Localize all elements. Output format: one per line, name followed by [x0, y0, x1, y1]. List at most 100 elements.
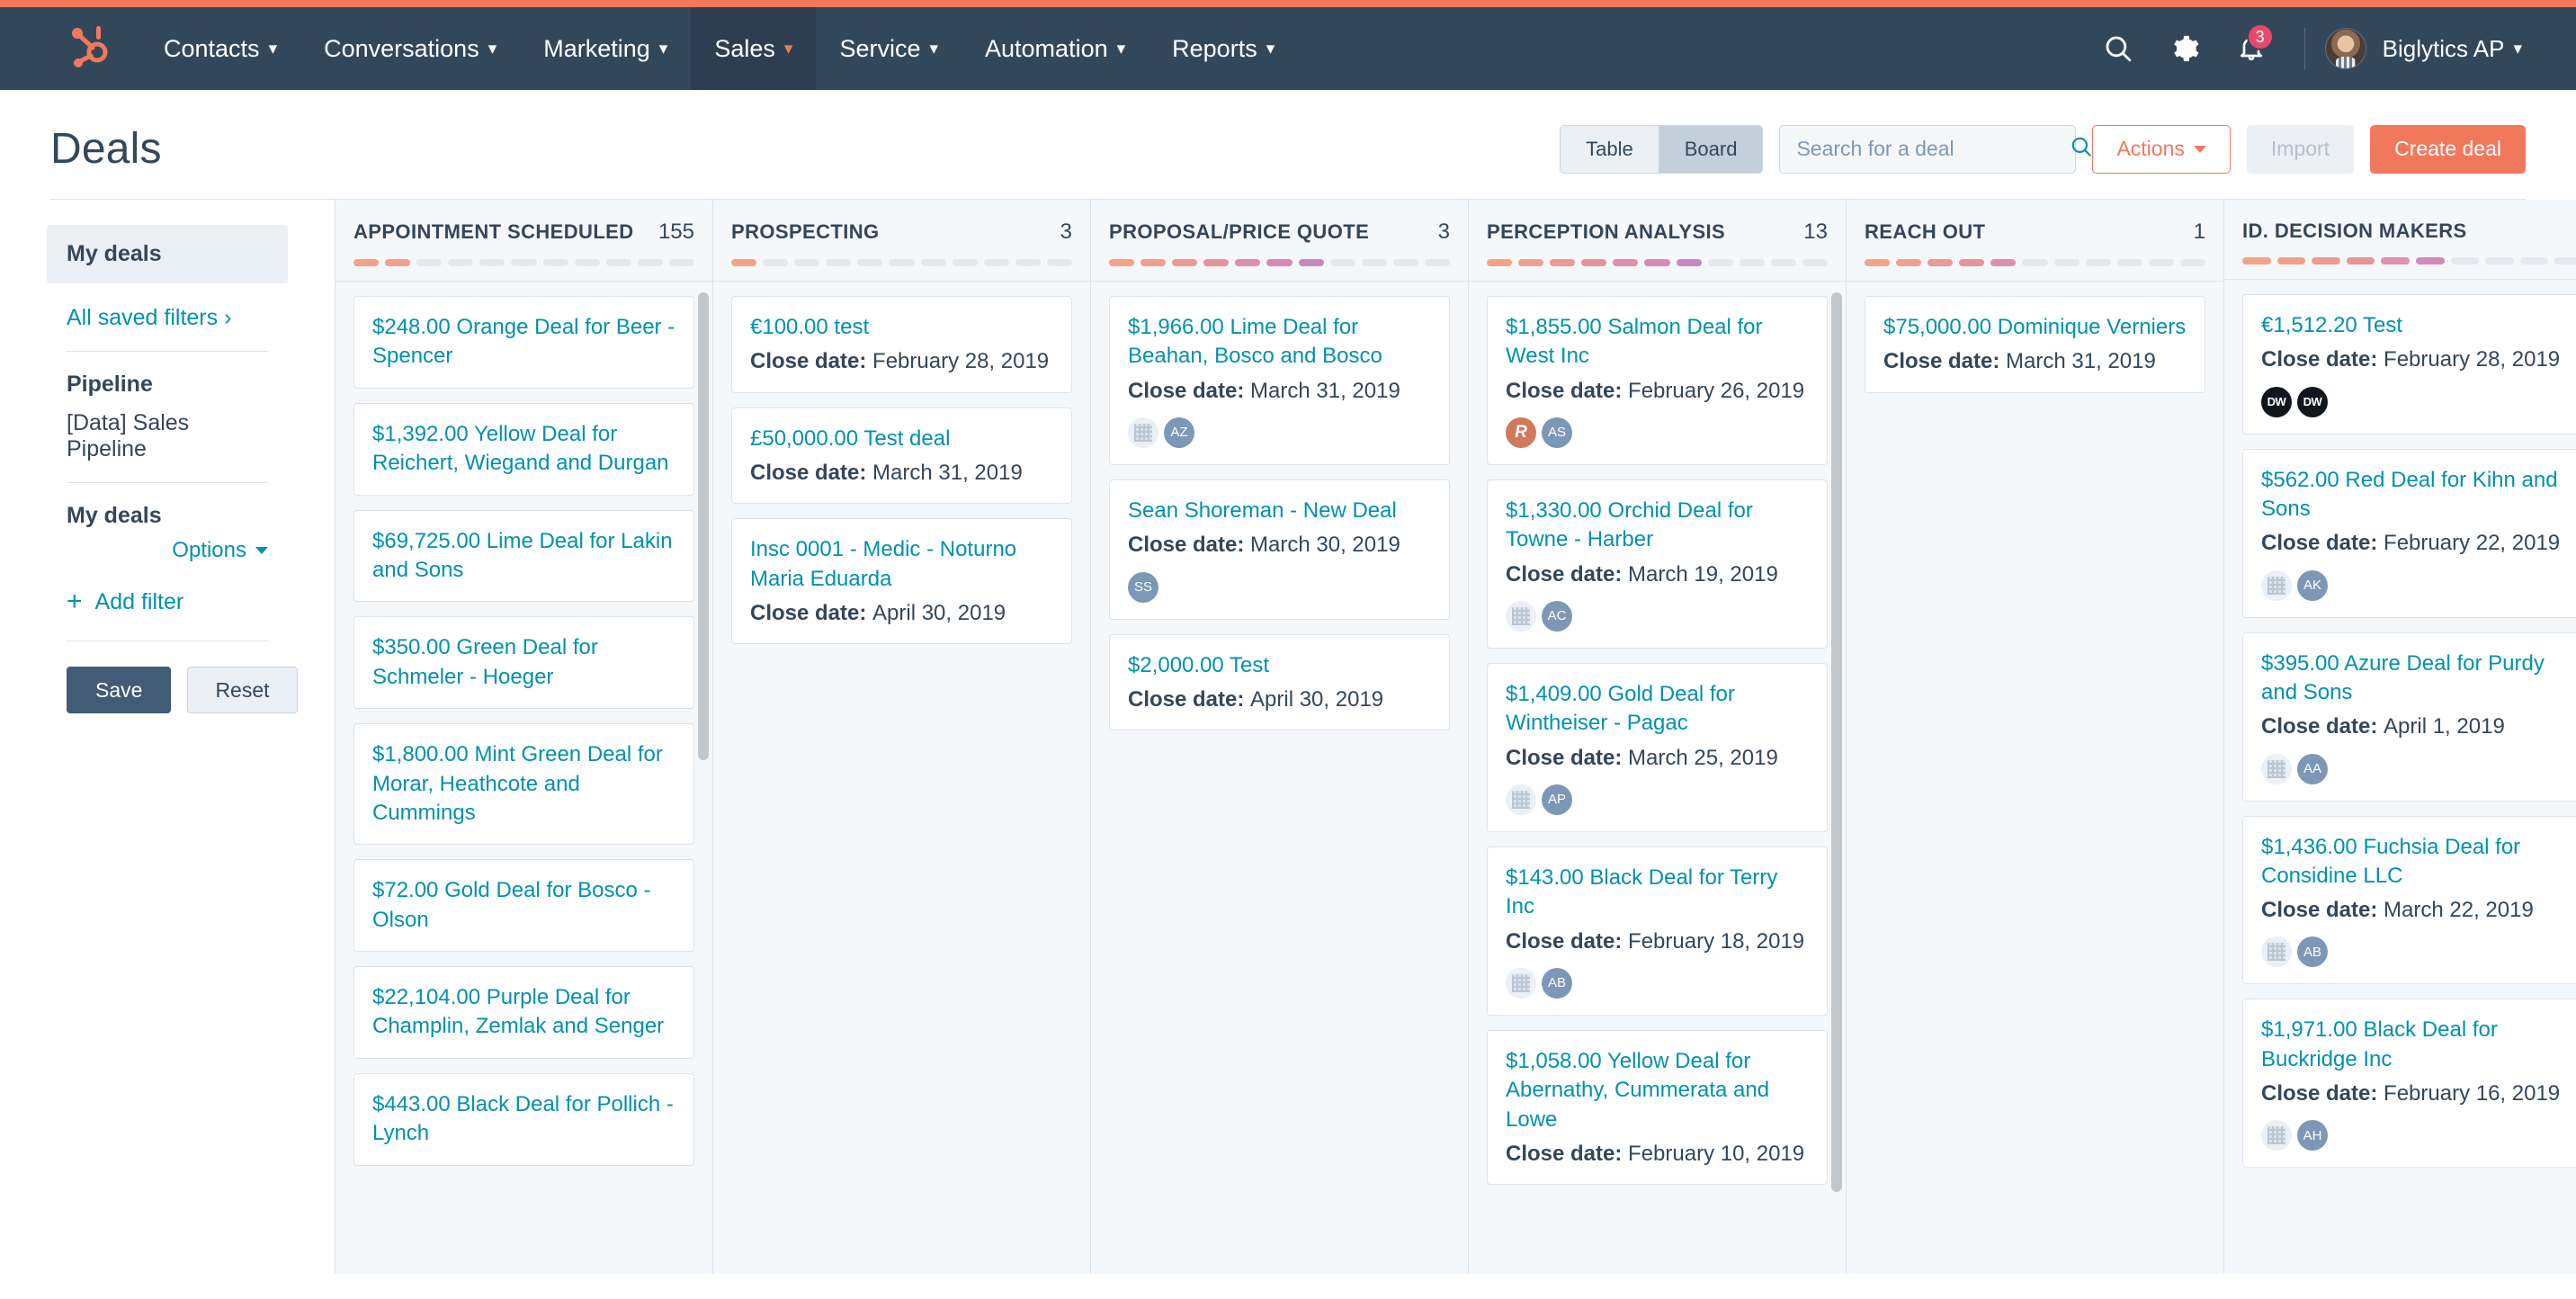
create-deal-button[interactable]: Create deal — [2370, 124, 2526, 174]
nav-item-service[interactable]: Service ▾ — [816, 7, 962, 90]
deal-card-title[interactable]: $350.00 Green Deal for Schmeler - Hoeger — [372, 633, 675, 692]
contact-initials-avatar[interactable]: SS — [1128, 571, 1158, 603]
deal-card-title[interactable]: $1,058.00 Yellow Deal for Abernathy, Cum… — [1506, 1047, 1809, 1134]
contact-initials-avatar[interactable]: AC — [1542, 600, 1572, 632]
deal-card[interactable]: $69,725.00 Lime Deal for Lakin and Sons — [353, 509, 694, 603]
deal-card[interactable]: $350.00 Green Deal for Schmeler - Hoeger — [353, 616, 694, 710]
deal-card-title[interactable]: $395.00 Azure Deal for Purdy and Sons — [2261, 650, 2564, 708]
nav-item-marketing[interactable]: Marketing ▾ — [520, 7, 691, 90]
column-scrollbar[interactable] — [698, 292, 709, 760]
company-logo-avatar[interactable]: R — [1506, 417, 1536, 448]
deal-card[interactable]: $1,436.00 Fuchsia Deal for Considine LLC… — [2242, 815, 2576, 985]
company-building-icon[interactable] — [1506, 967, 1536, 999]
deal-card-title[interactable]: $1,800.00 Mint Green Deal for Morar, Hea… — [372, 740, 675, 828]
deal-card[interactable]: $1,330.00 Orchid Deal for Towne - Harber… — [1487, 479, 1828, 649]
contact-initials-avatar[interactable]: AB — [2297, 936, 2328, 968]
deal-card-title[interactable]: Sean Shoreman - New Deal — [1128, 497, 1431, 525]
deal-card[interactable]: $2,000.00 Test Close date: April 30, 2019 — [1109, 633, 1450, 731]
contact-initials-avatar[interactable]: AB — [1542, 967, 1572, 999]
deal-card[interactable]: Sean Shoreman - New Deal Close date: Marc… — [1109, 479, 1450, 620]
nav-item-reports[interactable]: Reports ▾ — [1149, 7, 1298, 90]
deal-card[interactable]: $1,058.00 Yellow Deal for Abernathy, Cum… — [1487, 1029, 1828, 1186]
deal-card-title[interactable]: €1,512.20 Test — [2261, 311, 2564, 340]
contact-initials-avatar[interactable]: AH — [2297, 1120, 2328, 1151]
company-building-icon[interactable] — [1506, 784, 1536, 815]
deal-card-title[interactable]: $1,855.00 Salmon Deal for West Inc — [1506, 313, 1809, 372]
deal-card-title[interactable]: $69,725.00 Lime Deal for Lakin and Sons — [372, 527, 675, 586]
save-button[interactable]: Save — [67, 667, 172, 713]
user-avatar[interactable] — [2324, 28, 2366, 69]
deal-card-title[interactable]: $1,966.00 Lime Deal for Beahan, Bosco an… — [1128, 313, 1431, 372]
sidebar-saved-view-my-deals[interactable]: My deals — [47, 225, 288, 283]
deal-card-title[interactable]: $1,392.00 Yellow Deal for Reichert, Wieg… — [372, 420, 675, 479]
search-input[interactable] — [1796, 137, 2063, 161]
hubspot-logo-link[interactable] — [0, 7, 140, 90]
company-building-icon[interactable] — [2261, 1120, 2292, 1151]
deal-card[interactable]: $562.00 Red Deal for Kihn and Sons Close … — [2242, 448, 2576, 618]
contact-initials-avatar[interactable]: AK — [2297, 569, 2328, 601]
company-building-icon[interactable] — [2261, 936, 2292, 968]
nav-item-contacts[interactable]: Contacts ▾ — [140, 7, 300, 90]
gear-icon[interactable] — [2151, 7, 2218, 90]
deal-card-title[interactable]: $1,971.00 Black Deal for Buckridge Inc — [2261, 1016, 2564, 1074]
deal-card-title[interactable]: Insc 0001 - Medic - Noturno Maria Eduard… — [750, 535, 1053, 594]
deal-card-title[interactable]: $1,409.00 Gold Deal for Wintheiser - Pag… — [1506, 680, 1809, 739]
deal-card[interactable]: $72.00 Gold Deal for Bosco - Olson — [353, 859, 694, 953]
deal-card[interactable]: $443.00 Black Deal for Pollich - Lynch — [353, 1072, 694, 1166]
deal-card[interactable]: $143.00 Black Deal for Terry Inc Close da… — [1487, 846, 1828, 1016]
deal-card[interactable]: $1,800.00 Mint Green Deal for Morar, Hea… — [353, 723, 694, 846]
actions-button[interactable]: Actions — [2092, 124, 2231, 174]
notifications-bell-icon[interactable]: 3 — [2218, 7, 2285, 90]
deal-card-title[interactable]: $1,436.00 Fuchsia Deal for Considine LLC — [2261, 833, 2564, 891]
contact-initials-avatar[interactable]: AP — [1542, 784, 1572, 815]
deal-card[interactable]: Insc 0001 - Medic - Noturno Maria Eduard… — [731, 518, 1072, 645]
company-building-icon[interactable] — [2261, 753, 2292, 784]
deal-card-title[interactable]: $72.00 Gold Deal for Bosco - Olson — [372, 876, 675, 935]
reset-button[interactable]: Reset — [187, 667, 298, 713]
deal-card-title[interactable]: $1,330.00 Orchid Deal for Towne - Harber — [1506, 497, 1809, 555]
company-logo-avatar[interactable]: DW — [2297, 386, 2328, 417]
deal-card[interactable]: £50,000.00 Test deal Close date: March 31… — [731, 407, 1072, 505]
column-scrollbar[interactable] — [1831, 292, 1842, 1192]
deal-card-title[interactable]: $143.00 Black Deal for Terry Inc — [1506, 864, 1809, 922]
deal-card[interactable]: $1,855.00 Salmon Deal for West Inc Close … — [1487, 296, 1828, 465]
company-building-icon[interactable] — [2261, 569, 2292, 601]
deal-card-title[interactable]: $22,104.00 Purple Deal for Champlin, Zem… — [372, 983, 675, 1042]
deal-card-title[interactable]: $443.00 Black Deal for Pollich - Lynch — [372, 1090, 675, 1149]
tab-table-view[interactable]: Table — [1561, 125, 1659, 173]
search-icon[interactable] — [2085, 7, 2151, 90]
nav-item-sales[interactable]: Sales ▾ — [691, 7, 817, 90]
tab-board-view[interactable]: Board — [1658, 125, 1763, 173]
deal-card-title[interactable]: $2,000.00 Test — [1128, 651, 1431, 680]
company-building-icon[interactable] — [1506, 600, 1536, 632]
add-filter-button[interactable]: + Add filter — [47, 563, 288, 615]
deal-card[interactable]: $1,409.00 Gold Deal for Wintheiser - Pag… — [1487, 662, 1828, 832]
deal-card[interactable]: $22,104.00 Purple Deal for Champlin, Zem… — [353, 966, 694, 1059]
contact-initials-avatar[interactable]: AS — [1542, 417, 1572, 448]
deal-card[interactable]: €1,512.20 Test Close date: February 28, 2… — [2242, 294, 2576, 434]
pipeline-filter-value[interactable]: [Data] Sales Pipeline — [47, 398, 288, 462]
contact-initials-avatar[interactable]: AA — [2297, 753, 2328, 784]
deal-card[interactable]: €100.00 test Close date: February 28, 201… — [731, 296, 1072, 393]
deal-card-title[interactable]: £50,000.00 Test deal — [750, 425, 1053, 453]
deal-card-title[interactable]: $248.00 Orange Deal for Beer - Spencer — [372, 313, 675, 372]
deal-card-title[interactable]: $562.00 Red Deal for Kihn and Sons — [2261, 466, 2564, 524]
deal-card[interactable]: $248.00 Orange Deal for Beer - Spencer — [353, 296, 694, 389]
search-deal-box[interactable] — [1779, 124, 2092, 174]
options-dropdown[interactable]: Options — [172, 538, 268, 563]
deal-card[interactable]: $1,966.00 Lime Deal for Beahan, Bosco an… — [1109, 296, 1450, 465]
deal-card[interactable]: $75,000.00 Dominique Verniers Close date:… — [1865, 296, 2205, 393]
company-building-icon[interactable] — [1128, 417, 1158, 448]
deal-card-title[interactable]: €100.00 test — [750, 313, 1053, 342]
contact-initials-avatar[interactable]: AZ — [1164, 417, 1194, 448]
search-icon[interactable] — [2070, 135, 2093, 163]
account-menu[interactable]: Biglytics AP ▾ — [2383, 35, 2522, 63]
deal-card[interactable]: $1,392.00 Yellow Deal for Reichert, Wieg… — [353, 402, 694, 496]
all-saved-filters-link[interactable]: All saved filters › — [47, 283, 251, 331]
nav-item-automation[interactable]: Automation ▾ — [962, 7, 1149, 90]
deal-card-title[interactable]: $75,000.00 Dominique Verniers — [1883, 313, 2187, 342]
import-button[interactable]: Import — [2246, 124, 2355, 174]
company-logo-avatar[interactable]: DW — [2261, 386, 2292, 417]
deal-card[interactable]: $1,971.00 Black Deal for Buckridge Inc Cl… — [2242, 999, 2576, 1169]
nav-item-conversations[interactable]: Conversations ▾ — [300, 7, 520, 90]
